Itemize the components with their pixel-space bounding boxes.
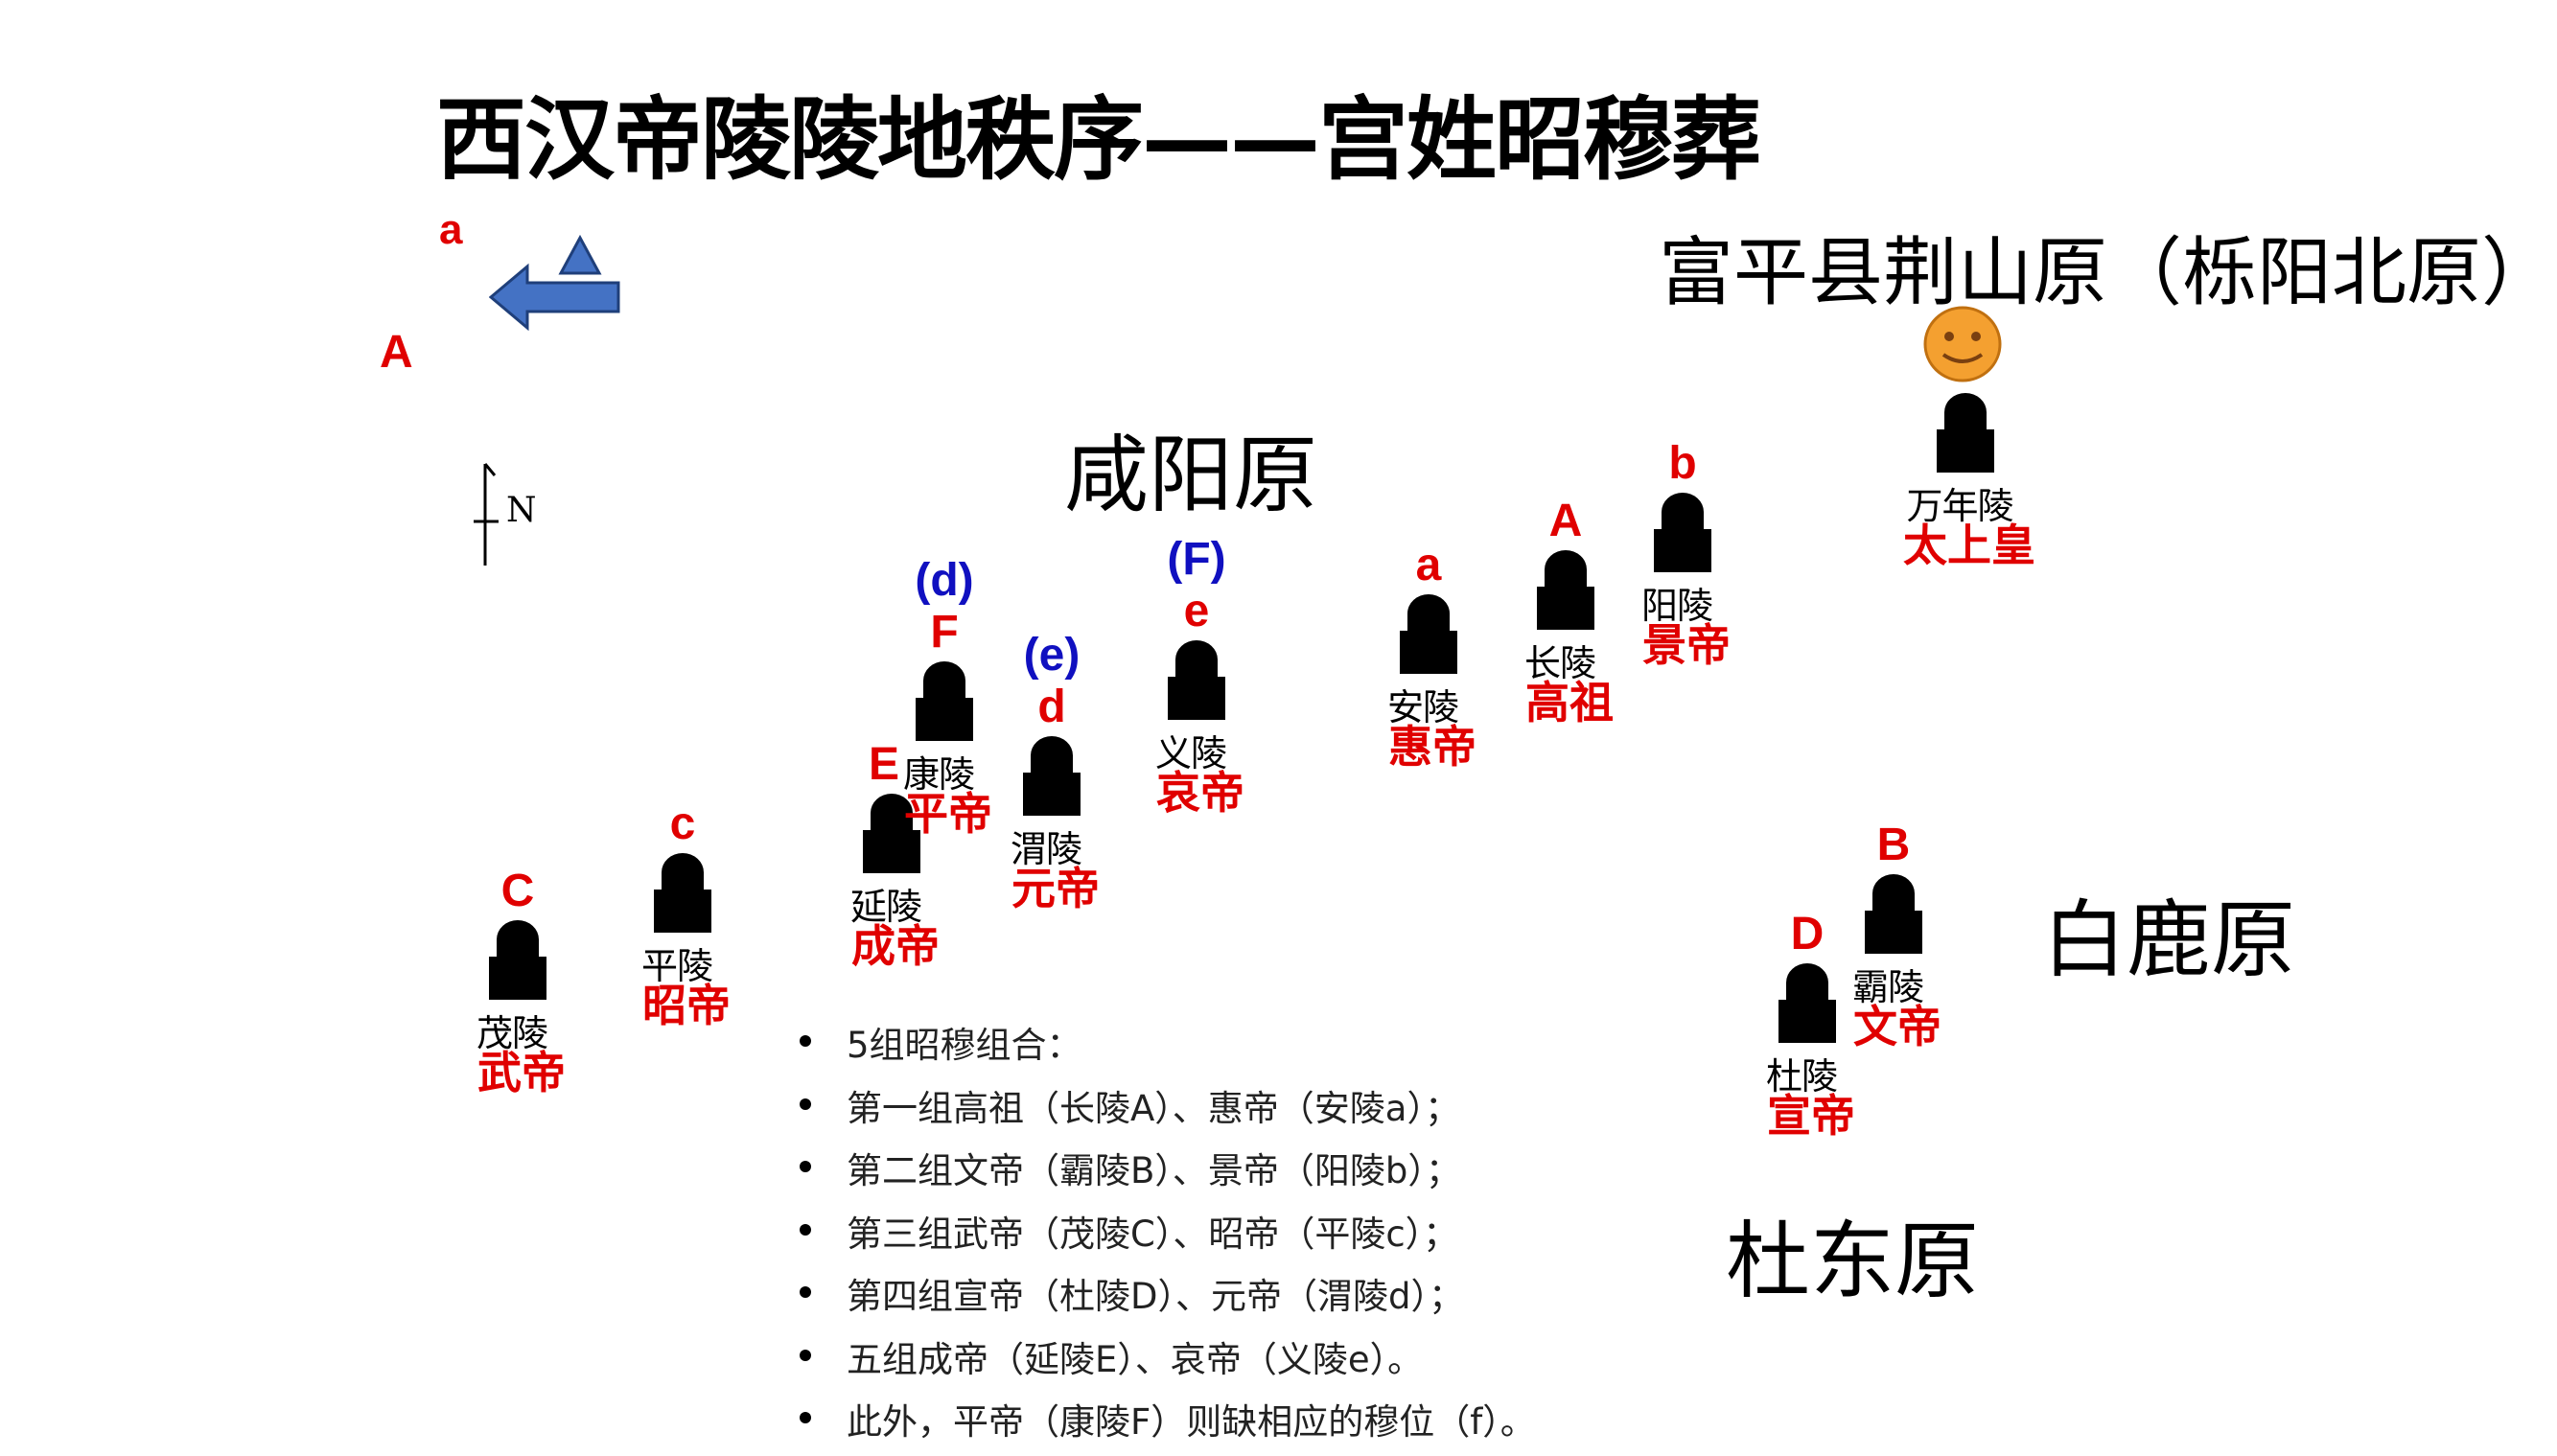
tomb-group-tag: d [1037,682,1066,732]
note-item: 五组成帝（延陵E）、哀帝（义陵e）。 [796,1330,1536,1394]
tomb-base-icon [1778,1000,1836,1043]
tomb-group-tag: F [930,607,959,658]
tomb-group-tag: E [868,739,900,790]
note-item: 此外，平帝（康陵F）则缺相应的穆位（f）。 [796,1393,1536,1456]
tomb-mound-icon [1944,393,1987,431]
note-item: 第二组文帝（霸陵B）、景帝（阳陵b）； [796,1142,1536,1205]
emperor-label: 文帝 [1853,1001,1941,1052]
tomb-alt-group-tag: (F) [1167,534,1226,585]
emperor-label: 景帝 [1642,619,1731,671]
tomb-group-tag: B [1876,820,1911,870]
tomb-base-icon [1023,773,1081,816]
tomb-base-icon [1168,677,1225,720]
tomb-mound-icon [1407,594,1450,633]
emperor-label: 昭帝 [642,980,731,1031]
legend-letter-a: a [439,206,463,253]
emperor-label: 元帝 [1011,863,1100,914]
tomb-mound-icon [923,661,965,700]
emperor-label: 太上皇 [1903,520,2035,571]
direction-arrow-icon [489,234,620,331]
tomb-group-tag: e [1183,586,1210,636]
tomb-base-icon [1654,529,1711,572]
tomb-mound-icon [1872,874,1915,913]
region-xianyang-label: 咸阳原 [1064,426,1318,524]
tomb-base-icon [654,890,711,933]
tomb-mound-icon [1031,736,1073,774]
note-item: 第一组高祖（长陵A）、惠帝（安陵a）； [796,1079,1536,1143]
tomb-group-tag: A [1548,496,1583,546]
tomb-mound-icon [1545,550,1587,589]
tomb-mound-icon [1175,640,1218,679]
emperor-label: 宣帝 [1767,1090,1855,1142]
tomb-base-icon [1400,631,1457,674]
tomb-base-icon [1937,429,1994,473]
note-item: 5组昭穆组合： [796,1016,1536,1079]
tomb-base-icon [1865,911,1922,954]
tomb-group-tag: a [1415,540,1442,590]
tomb-group-tag: D [1790,909,1825,959]
tomb-group-tag: b [1668,438,1697,489]
emperor-label: 平帝 [904,788,992,840]
tomb-alt-group-tag: (d) [915,555,974,606]
tomb-base-icon [489,957,546,1000]
zhaomu-notes-list: 5组昭穆组合： 第一组高祖（长陵A）、惠帝（安陵a）； 第二组文帝（霸陵B）、景… [796,1016,1536,1456]
tomb-base-icon [1537,587,1594,630]
note-item: 第四组宣帝（杜陵D）、元帝（渭陵d）； [796,1267,1536,1330]
region-dudong-label: 杜东原 [1726,1212,1980,1310]
emperor-label: 哀帝 [1156,767,1244,819]
tomb-base-icon [916,698,973,741]
emperor-label: 成帝 [851,920,940,972]
tomb-mound-icon [1662,493,1704,531]
tomb-group-tag: c [669,798,696,849]
tomb-mound-icon [497,920,539,959]
note-item: 第三组武帝（茂陵C）、昭帝（平陵c）； [796,1205,1536,1268]
region-jingshan-label: 富平县荆山原（栎阳北原） [1659,230,2557,316]
legend-letter-A: A [380,327,413,378]
smiley-face-icon [1923,306,2002,382]
emperor-label: 高祖 [1525,677,1614,728]
tomb-mound-icon [662,853,704,891]
north-label: N [506,491,537,530]
tomb-mound-icon [1786,963,1828,1002]
tomb-alt-group-tag: (e) [1023,630,1081,681]
emperor-label: 武帝 [477,1047,566,1098]
page-title: 西汉帝陵陵地秩序——宫姓昭穆葬 [436,88,1761,193]
emperor-label: 惠帝 [1388,721,1476,773]
tomb-group-tag: C [500,866,535,916]
region-bailu-label: 白鹿原 [2042,890,2296,989]
